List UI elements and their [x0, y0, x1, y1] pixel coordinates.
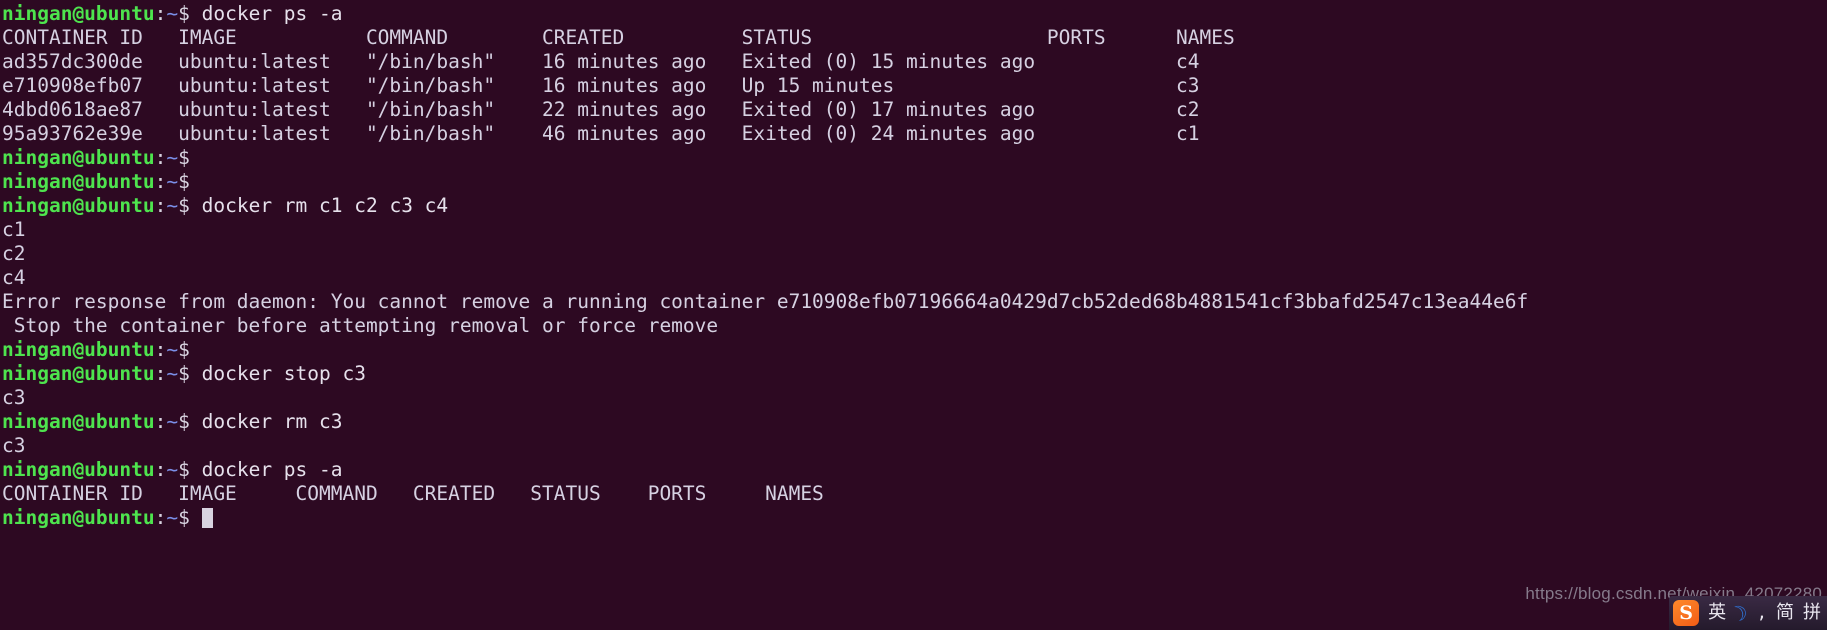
output-text: c2 — [2, 242, 26, 265]
ime-language-mode[interactable]: 英 — [1708, 604, 1726, 622]
terminal-line: c2 — [2, 242, 1528, 266]
terminal-line: ningan@ubuntu:~$ — [2, 506, 1528, 530]
terminal-line: c1 — [2, 218, 1528, 242]
ime-simplified-mode[interactable]: 简 — [1776, 604, 1794, 622]
prompt-user-host: ningan@ubuntu — [2, 458, 155, 481]
prompt-user-host: ningan@ubuntu — [2, 2, 155, 25]
output-text: CONTAINER ID IMAGE COMMAND CREATED STATU… — [2, 482, 824, 505]
prompt-colon: : — [154, 506, 167, 529]
terminal-line: CONTAINER ID IMAGE COMMAND CREATED STATU… — [2, 482, 1528, 506]
output-text: 4dbd0618ae87 ubuntu:latest "/bin/bash" 2… — [2, 98, 1200, 121]
terminal-line: CONTAINER ID IMAGE COMMAND CREATED STATU… — [2, 26, 1528, 50]
prompt-path: ~ — [166, 362, 179, 385]
terminal-line: c3 — [2, 386, 1528, 410]
output-text: CONTAINER ID IMAGE COMMAND CREATED STATU… — [2, 26, 1235, 49]
terminal-line: ningan@ubuntu:~$ — [2, 146, 1528, 170]
prompt-dollar: $ — [178, 2, 190, 25]
prompt-path: ~ — [166, 338, 179, 361]
output-text: c4 — [2, 266, 26, 289]
prompt-dollar: $ — [178, 170, 190, 193]
prompt-user-host: ningan@ubuntu — [2, 338, 155, 361]
prompt-path: ~ — [166, 506, 179, 529]
prompt-user-host: ningan@ubuntu — [2, 410, 155, 433]
prompt-user-host: ningan@ubuntu — [2, 506, 155, 529]
prompt-colon: : — [154, 170, 167, 193]
prompt-dollar: $ — [178, 194, 190, 217]
terminal-window[interactable]: ningan@ubuntu:~$ docker ps -a CONTAINER I… — [0, 0, 1827, 630]
command-text: docker stop c3 — [189, 362, 366, 385]
output-text: Error response from daemon: You cannot r… — [2, 290, 1529, 313]
terminal-line: ningan@ubuntu:~$ docker rm c3 — [2, 410, 1528, 434]
prompt-colon: : — [154, 410, 167, 433]
prompt-user-host: ningan@ubuntu — [2, 146, 155, 169]
prompt-colon: : — [154, 146, 167, 169]
prompt-user-host: ningan@ubuntu — [2, 362, 155, 385]
command-text — [190, 506, 202, 529]
sogou-ime-bar[interactable]: S 英 ☽ , 简 拼 — [1669, 596, 1827, 630]
prompt-path: ~ — [166, 458, 179, 481]
prompt-dollar: $ — [178, 410, 190, 433]
terminal-line: Stop the container before attempting rem… — [2, 314, 1528, 338]
command-text: docker ps -a — [189, 2, 343, 25]
prompt-colon: : — [154, 458, 167, 481]
ime-pinyin-mode[interactable]: 拼 — [1803, 604, 1821, 622]
prompt-colon: : — [154, 338, 167, 361]
terminal-line: ningan@ubuntu:~$ — [2, 338, 1528, 362]
terminal-line: ningan@ubuntu:~$ docker stop c3 — [2, 362, 1528, 386]
prompt-dollar: $ — [178, 338, 190, 361]
prompt-colon: : — [154, 362, 167, 385]
output-text: ad357dc300de ubuntu:latest "/bin/bash" 1… — [2, 50, 1200, 73]
prompt-dollar: $ — [178, 506, 190, 529]
command-text: docker rm c3 — [189, 410, 343, 433]
terminal-line: ningan@ubuntu:~$ docker ps -a — [2, 2, 1528, 26]
terminal-line: c3 — [2, 434, 1528, 458]
terminal-line: e710908efb07 ubuntu:latest "/bin/bash" 1… — [2, 74, 1528, 98]
terminal-line: Error response from daemon: You cannot r… — [2, 290, 1528, 314]
prompt-path: ~ — [166, 194, 179, 217]
prompt-user-host: ningan@ubuntu — [2, 170, 155, 193]
sogou-logo-icon[interactable]: S — [1673, 600, 1700, 626]
output-text: c3 — [2, 434, 26, 457]
terminal-screen: ningan@ubuntu:~$ docker ps -a CONTAINER I… — [0, 0, 1528, 530]
terminal-line: ningan@ubuntu:~$ docker rm c1 c2 c3 c4 — [2, 194, 1528, 218]
prompt-path: ~ — [166, 170, 179, 193]
prompt-path: ~ — [166, 146, 179, 169]
ime-punctuation-mode[interactable]: , — [1757, 604, 1767, 622]
command-text: docker rm c1 c2 c3 c4 — [189, 194, 449, 217]
prompt-colon: : — [154, 194, 167, 217]
output-text: e710908efb07 ubuntu:latest "/bin/bash" 1… — [2, 74, 1200, 97]
moon-icon[interactable]: ☽ — [1732, 599, 1751, 626]
terminal-line: ad357dc300de ubuntu:latest "/bin/bash" 1… — [2, 50, 1528, 74]
output-text: Stop the container before attempting rem… — [2, 314, 719, 337]
output-text: c3 — [2, 386, 26, 409]
prompt-dollar: $ — [178, 146, 190, 169]
prompt-dollar: $ — [178, 362, 190, 385]
terminal-line: 4dbd0618ae87 ubuntu:latest "/bin/bash" 2… — [2, 98, 1528, 122]
prompt-colon: : — [154, 2, 167, 25]
prompt-path: ~ — [166, 410, 179, 433]
prompt-dollar: $ — [178, 458, 190, 481]
prompt-user-host: ningan@ubuntu — [2, 194, 155, 217]
terminal-line: 95a93762e39e ubuntu:latest "/bin/bash" 4… — [2, 122, 1528, 146]
command-text: docker ps -a — [189, 458, 343, 481]
terminal-line: c4 — [2, 266, 1528, 290]
text-cursor[interactable] — [201, 508, 213, 528]
output-text: 95a93762e39e ubuntu:latest "/bin/bash" 4… — [2, 122, 1200, 145]
output-text: c1 — [2, 218, 26, 241]
terminal-line: ningan@ubuntu:~$ — [2, 170, 1528, 194]
prompt-path: ~ — [166, 2, 179, 25]
terminal-line: ningan@ubuntu:~$ docker ps -a — [2, 458, 1528, 482]
